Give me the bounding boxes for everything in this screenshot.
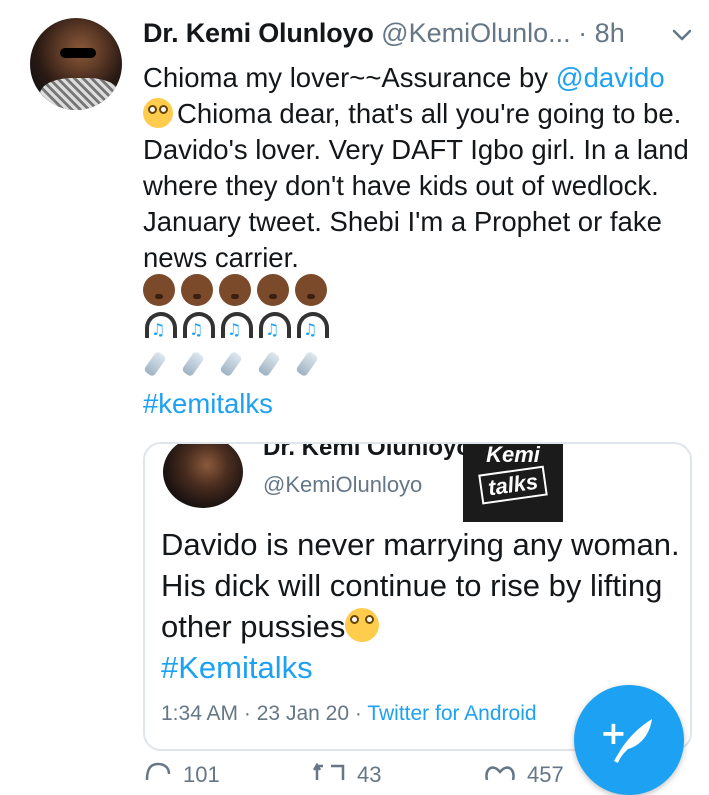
face-rolling-eyes-icon xyxy=(143,98,173,128)
kemitalks-logo: Kemi talks xyxy=(463,442,563,522)
quoted-date: 23 Jan 20 xyxy=(256,702,349,725)
retweet-button[interactable]: 43 xyxy=(313,762,381,788)
heart-icon xyxy=(485,766,515,780)
author-handle[interactable]: @KemiOlunlo... xyxy=(381,18,570,48)
author-name[interactable]: Dr. Kemi Olunloyo xyxy=(143,18,374,48)
headphones-icon xyxy=(257,310,291,342)
tweet-text-part1: Chioma my lover~~Assurance by xyxy=(143,62,556,93)
baby-bottle-icon xyxy=(143,346,175,378)
quoted-author-avatar xyxy=(163,444,243,508)
baby-bottle-icon xyxy=(257,346,289,378)
face-rolling-eyes-icon xyxy=(345,608,380,642)
baby-icon xyxy=(257,274,289,306)
quoted-meta: 1:34 AM · 23 Jan 20 · Twitter for Androi… xyxy=(161,702,537,726)
quoted-text: Davido is never marrying any woman. His … xyxy=(161,524,681,688)
baby-icon xyxy=(143,274,175,306)
quoted-source: Twitter for Android xyxy=(367,702,537,725)
quoted-hashtag: #Kemitalks xyxy=(161,650,313,685)
reply-button[interactable]: 101 xyxy=(143,762,220,788)
baby-bottle-icon xyxy=(295,346,327,378)
headphones-icon xyxy=(181,310,215,342)
avatar-sunglasses xyxy=(60,48,96,58)
reply-icon xyxy=(145,762,171,780)
retweet-icon xyxy=(313,762,345,780)
mention-link[interactable]: @davido xyxy=(556,62,665,93)
emoji-block xyxy=(143,272,343,380)
headphones-icon xyxy=(143,310,177,342)
header-separator: · xyxy=(578,18,588,48)
chevron-down-icon[interactable] xyxy=(671,24,693,46)
compose-tweet-button[interactable]: + xyxy=(574,685,684,795)
emoji-row-babies xyxy=(143,272,343,308)
baby-icon xyxy=(295,274,327,306)
tweet-time[interactable]: 8h xyxy=(595,18,625,48)
emoji-row-headphones xyxy=(143,308,343,344)
quoted-meta-sep: · xyxy=(354,702,362,725)
headphones-icon xyxy=(219,310,253,342)
quoted-text-body: Davido is never marrying any woman. His … xyxy=(161,527,680,644)
retweet-count: 43 xyxy=(357,762,382,787)
like-button[interactable]: 457 xyxy=(483,762,564,788)
baby-icon xyxy=(181,274,213,306)
tweet-header: Dr. Kemi Olunloyo @KemiOlunlo... · 8h xyxy=(143,18,693,54)
baby-bottle-icon xyxy=(219,346,251,378)
author-avatar[interactable] xyxy=(30,18,122,110)
tweet-actions: 101 43 457 xyxy=(143,762,643,787)
tweet-hashtag[interactable]: #kemitalks xyxy=(143,388,273,420)
feather-icon xyxy=(614,719,652,763)
tweet-text-part2: Chioma dear, that's all you're going to … xyxy=(143,98,689,273)
baby-icon xyxy=(219,274,251,306)
tweet-text: Chioma my lover~~Assurance by @davido Ch… xyxy=(143,60,698,276)
baby-bottle-icon xyxy=(181,346,213,378)
quoted-author-handle: @KemiOlunloyo xyxy=(263,472,423,497)
avatar-shirt xyxy=(40,78,120,110)
quoted-time: 1:34 AM xyxy=(161,702,239,725)
logo-line1: Kemi xyxy=(486,442,540,467)
quoted-meta-sep: · xyxy=(243,702,251,725)
hashtag-link[interactable]: #kemitalks xyxy=(143,388,273,419)
headphones-icon xyxy=(295,310,329,342)
reply-count: 101 xyxy=(183,762,220,787)
quoted-author-name: Dr. Kemi Olunloyo xyxy=(263,442,472,461)
logo-line2: talks xyxy=(478,465,548,505)
emoji-row-bottles xyxy=(143,344,343,380)
like-count: 457 xyxy=(527,762,564,787)
